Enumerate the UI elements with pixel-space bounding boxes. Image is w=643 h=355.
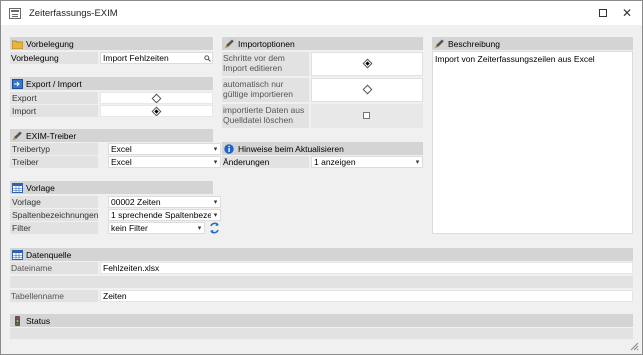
search-icon[interactable] (203, 53, 212, 63)
filter-select[interactable]: kein Filter ▾ (108, 222, 205, 234)
aenderungen-select[interactable]: 1 anzeigen ▾ (311, 156, 423, 168)
panel-hinweise: Hinweise beim Aktualisieren Änderungen 1… (222, 142, 423, 170)
panel-importoptionen: Importoptionen Schritte vor dem Import e… (222, 37, 423, 129)
chevron-down-icon[interactable]: ▾ (211, 210, 220, 220)
panel-title: Status (26, 315, 51, 326)
panel-exim-treiber: EXIM-Treiber Treibertyp Excel ▾ Treiber … (10, 129, 221, 169)
treiber-value: Excel (111, 157, 132, 167)
tabellenname-value: Zeiten (103, 291, 127, 301)
export-radio-cell[interactable] (100, 92, 213, 104)
treiber-select[interactable]: Excel ▾ (108, 156, 221, 168)
dateiname-label: Dateiname (10, 262, 98, 274)
panel-title: Beschreibung (448, 38, 500, 49)
option-delete-cell[interactable] (311, 104, 423, 128)
option-edit-cell[interactable] (311, 52, 423, 76)
panel-title: Datenquelle (26, 249, 72, 260)
option-delete-label: importierte Daten aus Quelldatei löschen (222, 104, 309, 128)
vorbelegung-value: Import Fehlzeiten (103, 53, 169, 63)
panel-header: Datenquelle (10, 248, 633, 261)
panel-header: Export / Import (10, 77, 213, 90)
app-icon (9, 7, 21, 19)
option-auto-cell[interactable] (311, 78, 423, 102)
info-icon (224, 143, 235, 154)
folder-icon (11, 39, 24, 49)
panel-export-import: Export / Import Export Import (10, 77, 213, 119)
panel-header: EXIM-Treiber (10, 129, 213, 142)
option-auto-label: automatisch nur gültige importieren (222, 78, 309, 102)
panel-header: Importoptionen (222, 37, 423, 50)
tabellenname-label: Tabellenname (10, 290, 98, 302)
dateiname-value: Fehlzeiten.xlsx (103, 263, 160, 273)
treibertyp-label: Treibertyp (10, 143, 98, 155)
beschreibung-text: Import von Zeiterfassungszeilen aus Exce… (435, 54, 595, 64)
export-label: Export (10, 92, 98, 104)
option-delete-checkbox[interactable] (363, 112, 370, 119)
close-button[interactable]: ✕ (614, 1, 640, 25)
maximize-button[interactable] (590, 1, 616, 25)
panel-beschreibung: Beschreibung Import von Zeiterfassungsze… (432, 37, 633, 234)
vorlage-value: 00002 Zeiten (111, 197, 161, 207)
export-import-icon (12, 78, 23, 89)
aenderungen-label: Änderungen (222, 156, 309, 168)
panel-title: Export / Import (26, 78, 82, 89)
import-radio-cell[interactable] (100, 105, 213, 117)
export-radio[interactable] (151, 93, 162, 103)
close-icon: ✕ (621, 6, 633, 20)
treibertyp-select[interactable]: Excel ▾ (108, 143, 221, 155)
panel-title: Hinweise beim Aktualisieren (238, 143, 344, 154)
table-icon (12, 249, 23, 260)
vorbelegung-field[interactable]: Import Fehlzeiten (100, 52, 213, 64)
panel-header: Beschreibung (432, 37, 633, 50)
title-bar: Zeiterfassungs-EXIM ✕ (1, 1, 642, 25)
pen-icon (434, 39, 445, 49)
panel-header: Vorbelegung (10, 37, 213, 50)
pen-icon (224, 39, 235, 49)
panel-header: Status (10, 314, 633, 327)
panel-title: EXIM-Treiber (26, 130, 77, 141)
panel-datenquelle: Datenquelle Dateiname Fehlzeiten.xlsx Ta… (10, 248, 633, 303)
vorbelegung-label: Vorbelegung (10, 52, 98, 64)
import-radio[interactable] (151, 106, 162, 116)
spaltenbezeichnungen-select[interactable]: 1 sprechende Spaltenbezeic ▾ (108, 209, 221, 221)
chevron-down-icon[interactable]: ▾ (211, 157, 220, 167)
tabellenname-field[interactable]: Zeiten (100, 290, 633, 302)
traffic-light-icon (12, 315, 23, 326)
panel-vorbelegung: Vorbelegung Vorbelegung Import Fehlzeite… (10, 37, 213, 65)
exim-window: Zeiterfassungs-EXIM ✕ Vorbelegung Vorbel… (0, 0, 643, 355)
panel-title: Vorbelegung (26, 38, 74, 49)
panel-status: Status (10, 314, 633, 339)
panel-header: Hinweise beim Aktualisieren (222, 142, 423, 155)
treiber-label: Treiber (10, 156, 98, 168)
window-title: Zeiterfassungs-EXIM (29, 7, 118, 19)
resize-grip-icon[interactable] (630, 342, 639, 351)
treibertyp-value: Excel (111, 144, 132, 154)
beschreibung-textarea[interactable]: Import von Zeiterfassungszeilen aus Exce… (432, 51, 633, 234)
vorlage-label: Vorlage (10, 196, 98, 208)
chevron-down-icon[interactable]: ▾ (211, 197, 220, 207)
datenquelle-spacer-row (10, 276, 633, 288)
vorlage-select[interactable]: 00002 Zeiten ▾ (108, 196, 221, 208)
filter-value: kein Filter (111, 223, 148, 233)
option-edit-label: Schritte vor dem Import editieren (222, 52, 309, 76)
import-label: Import (10, 105, 98, 117)
panel-title: Vorlage (26, 182, 55, 193)
chevron-down-icon[interactable]: ▾ (195, 223, 204, 233)
filter-label: Filter (10, 222, 98, 234)
panel-header: Vorlage (10, 181, 213, 194)
option-edit-radio[interactable] (362, 58, 373, 69)
aenderungen-value: 1 anzeigen (314, 157, 356, 167)
chevron-down-icon[interactable]: ▾ (211, 144, 220, 154)
pen-icon (12, 131, 23, 141)
table-icon (12, 182, 23, 193)
dateiname-field[interactable]: Fehlzeiten.xlsx (100, 262, 633, 274)
option-auto-radio[interactable] (362, 84, 373, 95)
status-bar (10, 328, 633, 339)
panel-title: Importoptionen (238, 38, 295, 49)
refresh-icon[interactable] (209, 222, 220, 234)
spaltenbezeichnungen-label: Spaltenbezeichnungen (10, 209, 99, 221)
chevron-down-icon[interactable]: ▾ (413, 157, 422, 167)
maximize-icon (599, 9, 607, 17)
panel-vorlage: Vorlage Vorlage 00002 Zeiten ▾ Spaltenbe… (10, 181, 221, 235)
spaltenbezeichnungen-value: 1 sprechende Spaltenbezeic (111, 210, 219, 220)
